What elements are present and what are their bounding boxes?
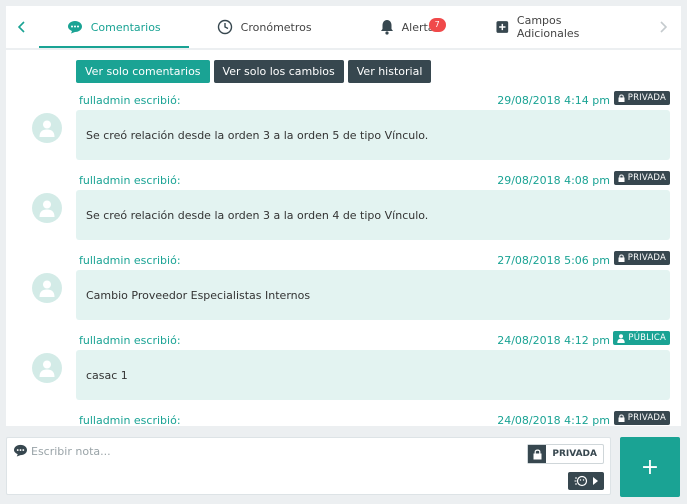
visibility-label: PÚBLICA [628, 333, 666, 343]
comment-entry: fulladmin escribió: 29/08/2018 4:14 pm P… [6, 91, 681, 174]
user-icon [39, 360, 55, 377]
filter-buttons: Ver solo comentarios Ver solo los cambio… [76, 60, 432, 83]
tabs-scroll-left-button[interactable] [6, 6, 39, 48]
comment-entry: fulladmin escribió: 24/08/2018 4:12 pm P… [6, 331, 681, 414]
visibility-badge: PÚBLICA [613, 331, 670, 345]
user-icon [39, 280, 55, 297]
clock-icon [217, 19, 232, 35]
avatar [32, 273, 62, 303]
user-icon [39, 120, 55, 137]
comments-panel: Ver solo comentarios Ver solo los cambio… [6, 50, 681, 426]
comment-text: casac 1 [76, 350, 670, 400]
caret-right-icon [593, 477, 598, 485]
tab-label: Cronómetros [240, 20, 312, 34]
note-composer: PRIVADA [6, 437, 611, 495]
visibility-label: PRIVADA [627, 413, 666, 423]
tab-label: Campos Adicionales [516, 14, 580, 40]
privacy-label: PRIVADA [552, 449, 597, 459]
tab-label: Comentarios [90, 20, 161, 34]
plus-square-icon [496, 21, 509, 33]
comment-author: fulladmin escribió: [79, 94, 181, 107]
comment-author: fulladmin escribió: [79, 334, 181, 347]
privacy-toggle-button[interactable]: PRIVADA [527, 444, 604, 464]
comment-entry: fulladmin escribió: 27/08/2018 5:06 pm P… [6, 251, 681, 334]
filter-history-button[interactable]: Ver historial [347, 60, 432, 83]
tabs-scroll-right-button[interactable] [645, 6, 681, 48]
add-note-button[interactable]: + [620, 437, 680, 497]
note-input[interactable] [31, 442, 511, 460]
comment-date: 29/08/2018 4:08 pm [497, 174, 610, 187]
visibility-label: PRIVADA [627, 173, 666, 183]
alert-count-badge: 7 [428, 18, 446, 32]
comment-text: Cambio Proveedor Especialistas Internos [76, 270, 670, 320]
user-icon [39, 200, 55, 217]
tab-cronometros[interactable]: Cronómetros [189, 6, 340, 48]
comment-date: 24/08/2018 4:12 pm [497, 334, 610, 347]
visibility-badge: PRIVADA [613, 411, 670, 425]
comment-text: Se creó relación desde la orden 3 a la o… [76, 190, 670, 240]
avatar [32, 113, 62, 143]
tab-alertas[interactable]: Alertas 7 [340, 6, 469, 48]
comment-icon [67, 21, 82, 34]
visibility-badge: PRIVADA [613, 251, 670, 265]
chevron-left-icon [18, 21, 25, 33]
lock-icon [528, 445, 547, 463]
bell-icon [380, 20, 393, 35]
comment-entry: fulladmin escribió: 29/08/2018 4:08 pm P… [6, 171, 681, 254]
comment-date: 27/08/2018 5:06 pm [497, 254, 610, 267]
avatar [32, 193, 62, 223]
lock-icon [618, 174, 625, 182]
comment-author: fulladmin escribió: [79, 254, 181, 267]
visibility-label: PRIVADA [627, 93, 666, 103]
emoji-button[interactable] [568, 472, 604, 490]
comment-author: fulladmin escribió: [79, 414, 181, 426]
comment-author: fulladmin escribió: [79, 174, 181, 187]
visibility-badge: PRIVADA [613, 91, 670, 105]
lock-icon [618, 254, 625, 262]
comment-icon [14, 444, 27, 457]
comment-text: Se creó relación desde la orden 3 a la o… [76, 110, 670, 160]
comment-date: 24/08/2018 4:12 pm [497, 414, 610, 426]
lock-icon [618, 414, 625, 422]
comment-entry: fulladmin escribió: 24/08/2018 4:12 pm P… [6, 411, 681, 426]
lock-icon [618, 94, 625, 102]
tab-comentarios[interactable]: Comentarios [38, 6, 189, 48]
comment-date: 29/08/2018 4:14 pm [497, 94, 610, 107]
filter-comments-button[interactable]: Ver solo comentarios [76, 60, 210, 83]
avatar [32, 353, 62, 383]
tab-bar: Comentarios Cronómetros Alertas 7 Campos… [6, 6, 681, 48]
visibility-label: PRIVADA [627, 253, 666, 263]
chevron-right-icon [660, 21, 667, 33]
visibility-badge: PRIVADA [613, 171, 670, 185]
user-public-icon [617, 333, 626, 343]
emoji-icon [574, 475, 588, 487]
filter-changes-button[interactable]: Ver solo los cambios [213, 60, 344, 83]
tab-campos-adicionales[interactable]: Campos Adicionales [468, 6, 644, 48]
